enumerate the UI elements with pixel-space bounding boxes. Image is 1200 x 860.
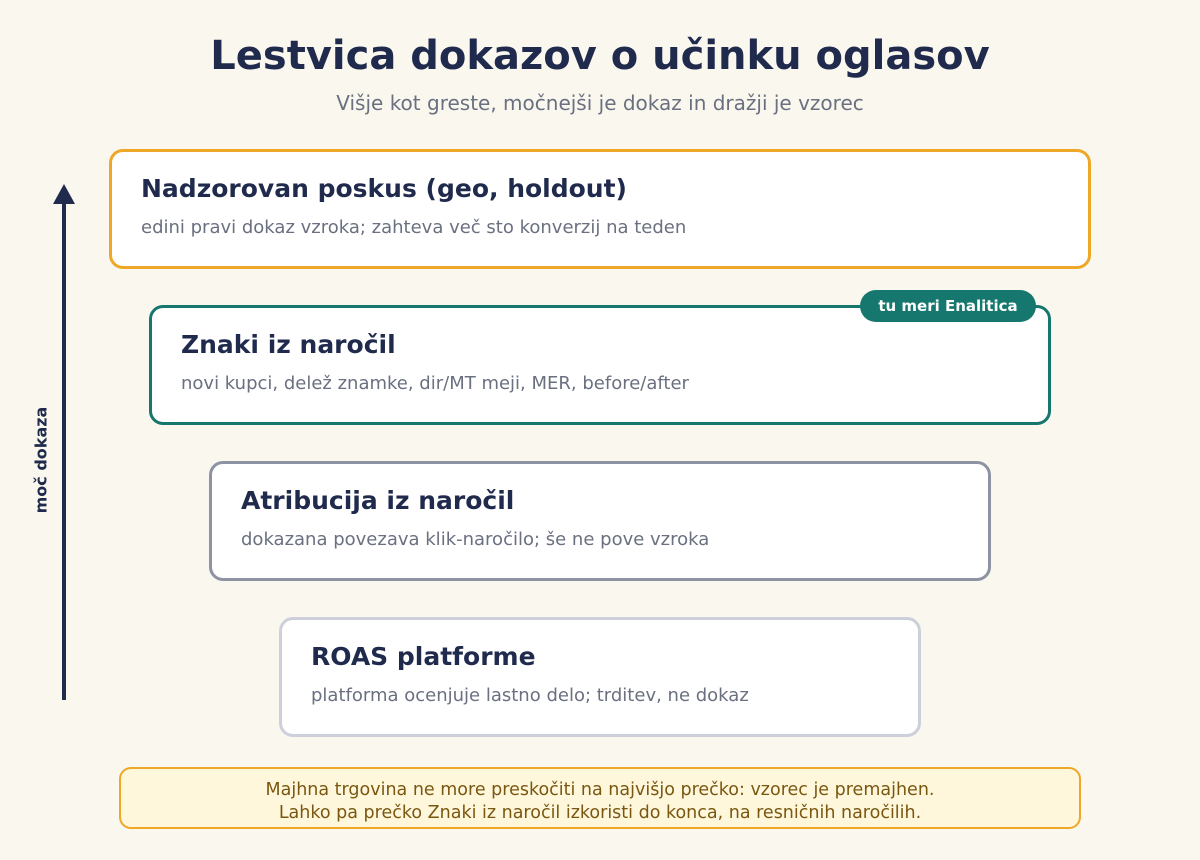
footer-note: Majhna trgovina ne more preskočiti na na… <box>119 767 1081 829</box>
enalitica-badge: tu meri Enalitica <box>860 290 1036 322</box>
rung-order-signals: Znaki iz naročil novi kupci, delež znamk… <box>149 305 1051 425</box>
rung-title: Atribucija iz naročil <box>241 486 515 515</box>
rung-title: Znaki iz naročil <box>181 330 396 359</box>
page-subtitle: Višje kot greste, močnejši je dokaz in d… <box>336 91 864 115</box>
rung-order-attribution: Atribucija iz naročil dokazana povezava … <box>209 461 991 581</box>
note-line-2: Lahko pa prečko Znaki iz naročil izkoris… <box>278 803 922 823</box>
rung-description: dokazana povezava klik-naročilo; še ne p… <box>241 529 710 550</box>
rung-controlled-experiment: Nadzorovan poskus (geo, holdout) edini p… <box>109 149 1091 269</box>
rung-description: platforma ocenjuje lastno delo; trditev,… <box>311 685 749 706</box>
rung-title: ROAS platforme <box>311 642 536 671</box>
rung-title: Nadzorovan poskus (geo, holdout) <box>141 174 627 203</box>
rung-platform-roas: ROAS platforme platforma ocenjuje lastno… <box>279 617 921 737</box>
axis-label: moč dokaza <box>31 406 51 514</box>
page-title: Lestvica dokazov o učinku oglasov <box>210 33 990 79</box>
arrow-up-icon <box>53 184 75 204</box>
note-line-1: Majhna trgovina ne more preskočiti na na… <box>265 780 935 800</box>
rung-description: novi kupci, delež znamke, dir/MT meji, M… <box>181 373 689 394</box>
rung-description: edini pravi dokaz vzroka; zahteva več st… <box>141 217 687 238</box>
